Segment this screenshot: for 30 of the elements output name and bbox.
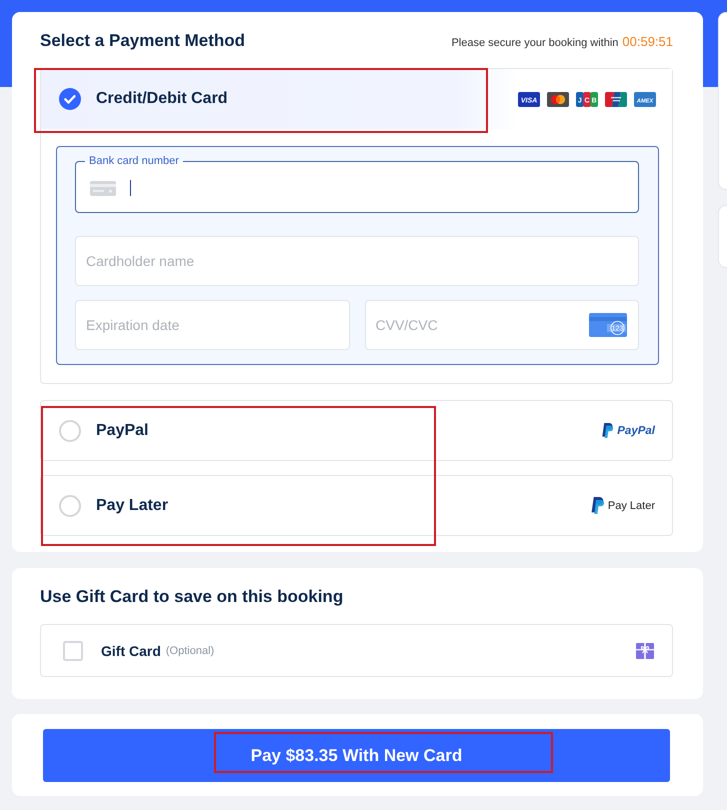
pay-button[interactable]: Pay $83.35 With New Card — [43, 729, 670, 782]
text-cursor-icon — [130, 180, 131, 196]
optional-note: (Optional) — [166, 644, 214, 656]
card-icon — [90, 180, 116, 196]
payment-option[interactable]: Pay Later Pay Later — [40, 475, 673, 536]
option-label: PayPal — [96, 422, 148, 440]
card-brand-icon — [547, 92, 569, 106]
booking-notice: Please secure your booking within — [451, 37, 618, 49]
payment-option[interactable]: PayPal PayPal — [40, 400, 673, 461]
gift-card-option[interactable]: Gift Card (Optional) — [40, 624, 673, 677]
radio-button[interactable] — [59, 88, 81, 110]
checkbox[interactable] — [63, 640, 83, 660]
option-label: Gift Card — [101, 642, 161, 658]
option-label: Credit/Debit Card — [96, 90, 228, 108]
expiration-date-field[interactable]: Expiration date — [75, 300, 350, 350]
logo-mark-icon — [590, 497, 604, 514]
cardholder-name-field[interactable]: Cardholder name — [75, 236, 639, 286]
logo-text: Pay Later — [608, 500, 655, 512]
logo-text: PayPal — [617, 424, 655, 436]
logo-mark-icon — [602, 423, 614, 438]
side-card — [718, 205, 727, 268]
section-title: Use Gift Card to save on this booking — [40, 586, 344, 608]
gift-icon — [636, 642, 654, 658]
card-brand-icon — [605, 92, 627, 106]
radio-button[interactable] — [59, 420, 81, 442]
countdown-timer: 00:59:51 — [622, 34, 673, 49]
card-number-field[interactable]: Bank card number — [75, 155, 639, 213]
radio-button[interactable] — [59, 494, 81, 516]
section-title: Select a Payment Method — [40, 30, 246, 52]
option-label: Pay Later — [96, 496, 168, 514]
